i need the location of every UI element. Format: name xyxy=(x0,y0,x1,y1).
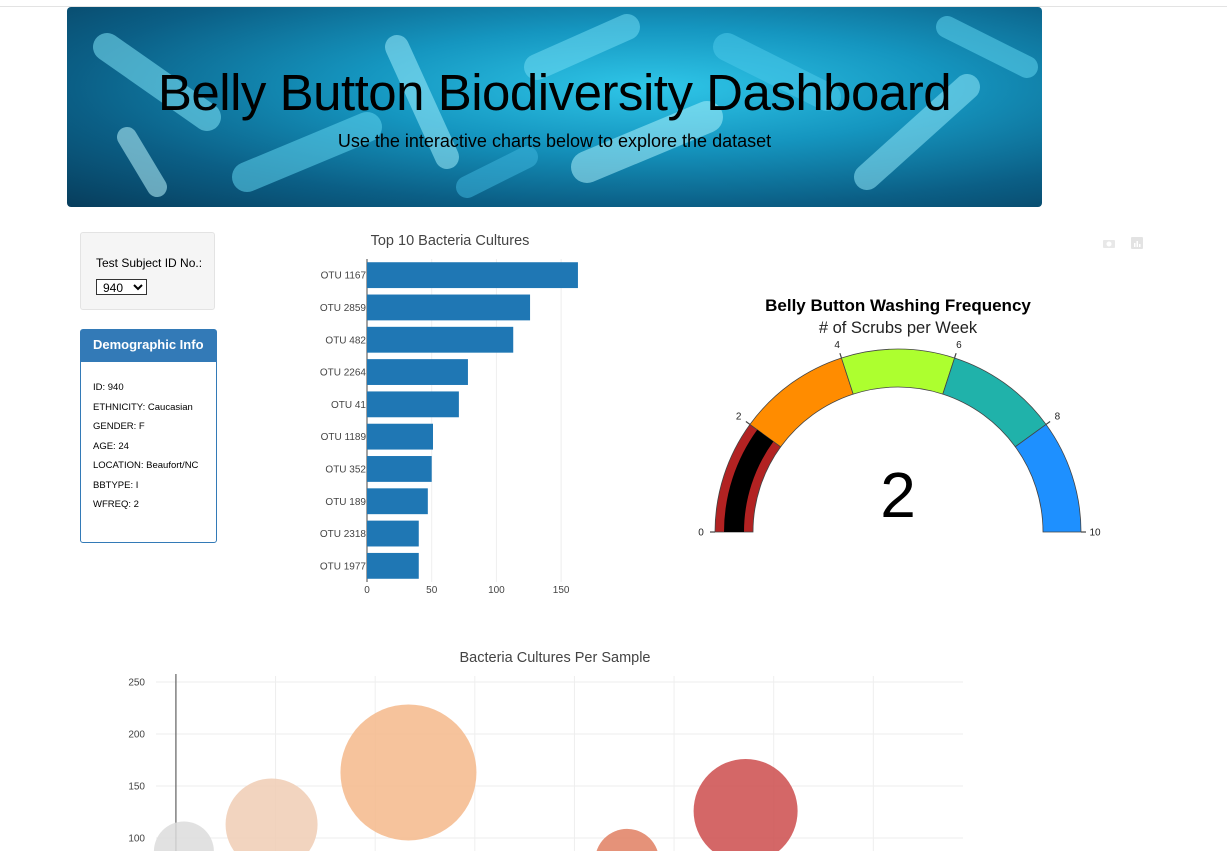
gauge-step xyxy=(942,357,1047,448)
plotly-logo-icon[interactable] xyxy=(1129,236,1145,250)
top10-bar-chart: Top 10 Bacteria Cultures OTU 1167 OTU 285… xyxy=(320,233,578,596)
bar[interactable] xyxy=(367,391,459,418)
demo-bbtype: BBTYPE: I xyxy=(93,479,139,491)
bubble-y-tick-label: 200 xyxy=(128,730,145,741)
demo-id: ID: 940 xyxy=(93,382,124,393)
bubble-y-tick-label: 250 xyxy=(128,678,145,689)
bubble[interactable] xyxy=(595,828,659,851)
bar[interactable] xyxy=(367,326,514,353)
demo-wfreq: WFREQ: 2 xyxy=(93,499,139,510)
bar-chart-title: Top 10 Bacteria Cultures xyxy=(371,233,530,249)
subject-selector-label: Test Subject ID No.: xyxy=(96,256,203,270)
washing-frequency-gauge: Belly Button Washing Frequency # of Scru… xyxy=(698,296,1101,539)
demo-age: AGE: 24 xyxy=(93,440,129,452)
demographic-info-panel: Demographic Info ID: 940 ETHNICITY: Cauc… xyxy=(80,329,217,543)
bubble-chart: Bacteria Cultures Per Sample 100 150 200 25… xyxy=(128,650,963,851)
gauge-tick xyxy=(745,421,751,425)
gauge-tick-label: 4 xyxy=(834,340,840,351)
bar[interactable] xyxy=(367,359,468,385)
bubble-y-tick-label: 100 xyxy=(128,834,145,845)
bar[interactable] xyxy=(367,262,578,289)
gauge-step xyxy=(1014,423,1082,533)
bubble[interactable] xyxy=(693,758,798,851)
gauge-tick-label: 6 xyxy=(956,340,962,351)
header-banner: Belly Button Biodiversity Dashboard Use … xyxy=(67,7,1042,207)
gauge-subtitle: # of Scrubs per Week xyxy=(819,319,978,337)
bar-category-label: OTU 1167 xyxy=(321,271,367,282)
demo-location: LOCATION: Beaufort/NC xyxy=(93,460,199,471)
bar-category-label: OTU 2264 xyxy=(320,368,367,379)
bar-category-label: OTU 482 xyxy=(325,335,366,346)
gauge-tick-label: 2 xyxy=(736,412,742,423)
gauge-tick-label: 8 xyxy=(1055,412,1061,423)
subject-id-dropdown[interactable]: 940 xyxy=(96,279,147,295)
gauge-tick xyxy=(953,353,957,359)
gauge-tick xyxy=(1045,421,1051,425)
page-subtitle: Use the interactive charts below to expl… xyxy=(337,131,772,151)
gauge-tick xyxy=(839,353,843,359)
demographic-info-list: ID: 940 ETHNICITY: Caucasian GENDER: F A… xyxy=(81,362,216,510)
gauge-tick-label: 10 xyxy=(1089,528,1101,539)
bar-x-tick-label: 100 xyxy=(488,585,505,596)
demographic-info-title: Demographic Info xyxy=(81,330,216,362)
bar[interactable] xyxy=(367,456,432,482)
gauge-tick-label: 0 xyxy=(698,528,704,539)
bubble[interactable] xyxy=(340,704,477,841)
bubble-y-tick-label: 150 xyxy=(128,782,145,793)
page-title: Belly Button Biodiversity Dashboard xyxy=(157,64,952,121)
bar-category-label: OTU 2318 xyxy=(320,529,367,540)
bar-x-tick-label: 150 xyxy=(553,585,570,596)
bar-category-label: OTU 189 xyxy=(325,497,366,508)
bar-x-tick-label: 0 xyxy=(364,585,370,596)
bubble[interactable] xyxy=(225,778,318,851)
bubble-chart-title: Bacteria Cultures Per Sample xyxy=(460,650,651,666)
gauge-step xyxy=(840,348,956,395)
bar-x-tick-label: 50 xyxy=(426,585,438,596)
bar[interactable] xyxy=(367,488,428,515)
bar[interactable] xyxy=(367,423,433,450)
demo-ethnicity: ETHNICITY: Caucasian xyxy=(93,401,193,413)
bar-category-label: OTU 1977 xyxy=(320,561,367,572)
bar-category-label: OTU 2859 xyxy=(320,303,367,314)
gauge-step xyxy=(749,357,854,448)
bar[interactable] xyxy=(367,552,419,579)
gauge-value: 2 xyxy=(880,459,916,531)
bar[interactable] xyxy=(367,520,419,547)
gauge-title: Belly Button Washing Frequency xyxy=(765,296,1031,315)
bar-category-label: OTU 1189 xyxy=(321,432,367,443)
bar-category-label: OTU 41 xyxy=(331,400,366,411)
bar-category-label: OTU 352 xyxy=(325,464,366,475)
bar[interactable] xyxy=(367,294,531,321)
demo-gender: GENDER: F xyxy=(93,421,145,432)
bubble[interactable] xyxy=(153,821,214,851)
camera-icon[interactable] xyxy=(1101,236,1117,250)
subject-selector-panel: Test Subject ID No.: 940 xyxy=(80,232,215,310)
